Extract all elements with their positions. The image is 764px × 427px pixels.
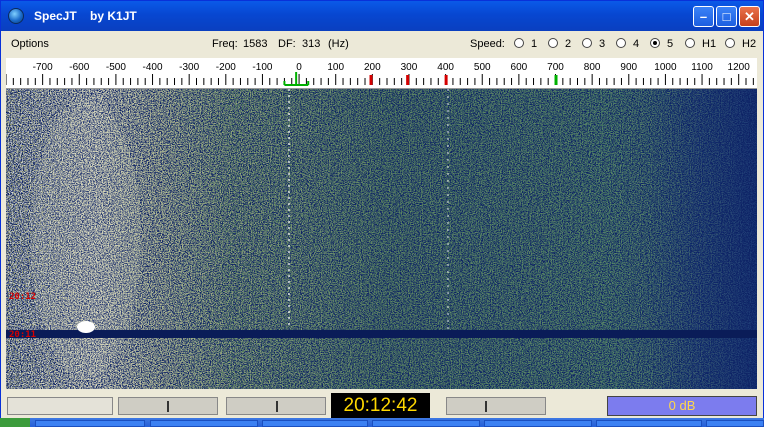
close-icon: ✕ xyxy=(744,9,755,24)
minimize-button[interactable]: – xyxy=(693,6,714,27)
taskbar-item[interactable] xyxy=(150,420,258,427)
taskbar-item[interactable] xyxy=(706,420,764,427)
scale-tick-label: 100 xyxy=(327,62,344,73)
scale-tick-label: -700 xyxy=(33,62,53,73)
scale-tick-label: 0 xyxy=(296,62,302,73)
title-bar[interactable]: SpecJT by K1JT – □ ✕ xyxy=(1,1,763,31)
gain-slider[interactable] xyxy=(446,397,546,415)
globe-icon xyxy=(8,8,24,24)
scale-tick-label: 200 xyxy=(364,62,381,73)
scale-tick-label: -100 xyxy=(252,62,272,73)
contrast-slider[interactable] xyxy=(226,397,326,415)
bright-burst xyxy=(77,321,95,333)
maximize-button[interactable]: □ xyxy=(716,6,737,27)
scale-tick-label: -200 xyxy=(216,62,236,73)
speed-radio-2[interactable] xyxy=(548,38,558,48)
tone-marker-red xyxy=(444,75,448,85)
speed-label-5: 5 xyxy=(667,38,674,50)
tone-marker-green xyxy=(554,75,558,85)
utc-clock: 20:12:42 xyxy=(331,393,430,419)
freq-value: 1583 xyxy=(243,38,268,50)
scale-tick-label: 700 xyxy=(547,62,564,73)
scale-tick-label: 500 xyxy=(474,62,491,73)
speed-label-h1: H1 xyxy=(702,38,717,50)
taskbar-item[interactable] xyxy=(596,420,702,427)
speed-radio-4[interactable] xyxy=(616,38,626,48)
waterfall-svg: 20:12 20:11 xyxy=(6,89,757,389)
taskbar-item[interactable] xyxy=(35,420,145,427)
tone-marker-red xyxy=(406,75,410,85)
slider-thumb[interactable] xyxy=(276,401,278,412)
time-label-1: 20:12 xyxy=(9,292,36,302)
window-title: SpecJT by K1JT xyxy=(34,9,137,23)
scale-tick-label: 600 xyxy=(511,62,528,73)
time-label-2: 20:11 xyxy=(9,330,36,340)
slider-thumb[interactable] xyxy=(167,401,169,412)
status-bar: 20:12:42 0 dB xyxy=(1,391,763,419)
tone-marker-red xyxy=(369,75,373,85)
frequency-scale[interactable]: -700 -600 -500 -400 -300 -200 -100 0 100 200 300 40… xyxy=(6,58,757,89)
freq-label: Freq: xyxy=(212,38,238,50)
speed-radio-5[interactable] xyxy=(650,38,660,48)
df-bracket-marker xyxy=(283,72,310,86)
scale-tick-label: 1100 xyxy=(691,62,713,73)
df-label: DF: xyxy=(278,38,296,50)
scale-tick-label: -300 xyxy=(179,62,199,73)
scale-tick-label: 300 xyxy=(401,62,418,73)
speed-label-1: 1 xyxy=(531,38,538,50)
taskbar-item[interactable] xyxy=(262,420,368,427)
df-value: 313 xyxy=(302,38,321,50)
brightness-slider[interactable] xyxy=(118,397,218,415)
taskbar-item[interactable] xyxy=(372,420,480,427)
slider-thumb[interactable] xyxy=(485,401,487,412)
level-meter: 0 dB xyxy=(607,396,757,416)
speed-radio-3[interactable] xyxy=(582,38,592,48)
menu-options[interactable]: Options xyxy=(11,38,49,50)
maximize-icon: □ xyxy=(722,9,731,24)
waterfall-gap xyxy=(6,330,757,338)
scale-tick-label: 1200 xyxy=(728,62,751,73)
scale-tick-label: 1000 xyxy=(654,62,677,73)
windows-taskbar xyxy=(0,418,764,427)
menu-bar: Options Freq: 1583 DF: 313 (Hz) Speed: 1… xyxy=(1,32,763,56)
scale-tick-label: -500 xyxy=(106,62,126,73)
specjt-window: SpecJT by K1JT – □ ✕ Options Freq: 1583 … xyxy=(0,0,764,419)
speed-label-3: 3 xyxy=(599,38,606,50)
taskbar-item[interactable] xyxy=(484,420,592,427)
start-button[interactable] xyxy=(0,418,30,427)
speed-radio-h1[interactable] xyxy=(685,38,695,48)
df-unit: (Hz) xyxy=(328,38,349,50)
status-field-blank xyxy=(7,397,113,415)
waterfall-display[interactable]: 20:12 20:11 xyxy=(6,89,757,389)
scale-tick-label: 800 xyxy=(584,62,601,73)
scale-tick-label: -600 xyxy=(69,62,89,73)
speed-label-2: 2 xyxy=(565,38,572,50)
minimize-icon: – xyxy=(699,9,708,24)
speed-label-4: 4 xyxy=(633,38,640,50)
scale-tick-label: 900 xyxy=(620,62,637,73)
frequency-scale-svg: -700 -600 -500 -400 -300 -200 -100 0 100 200 300 40… xyxy=(6,62,754,86)
speed-radio-h2[interactable] xyxy=(725,38,735,48)
close-button[interactable]: ✕ xyxy=(739,6,760,27)
speed-label: Speed: xyxy=(470,38,505,50)
scale-tick-label: -400 xyxy=(143,62,163,73)
speed-label-h2: H2 xyxy=(742,38,757,50)
speed-radio-1[interactable] xyxy=(514,38,524,48)
scale-tick-label: 400 xyxy=(437,62,454,73)
